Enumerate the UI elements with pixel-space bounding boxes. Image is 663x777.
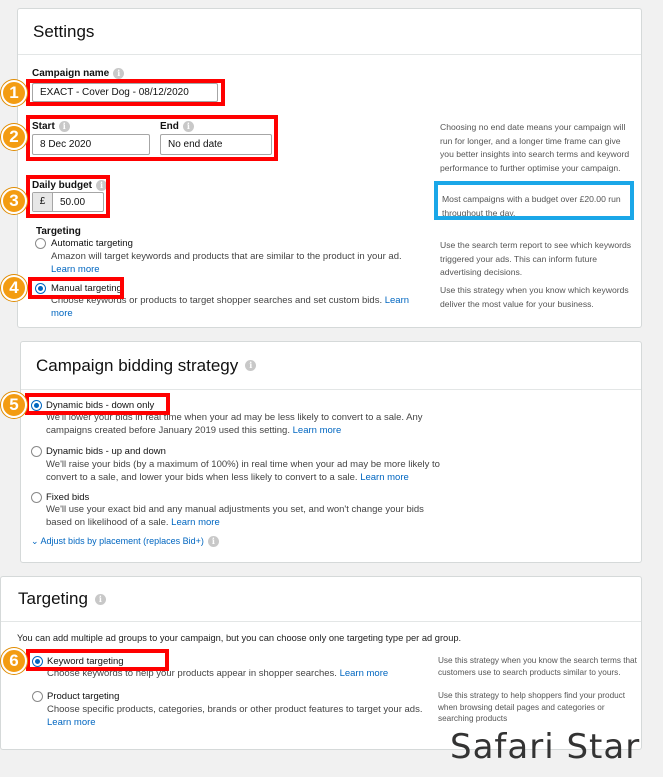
dynamic-updown-radio[interactable] — [31, 446, 42, 457]
chevron-down-icon: ⌄ — [31, 536, 41, 546]
learn-more-link[interactable]: Learn more — [171, 517, 220, 528]
step-badge-6: 6 — [1, 648, 27, 674]
fixed-bids-desc: We'll use your exact bid and any manual … — [46, 503, 431, 529]
end-date-help: Choosing no end date means your campaign… — [440, 122, 630, 173]
adjust-bids-link[interactable]: ⌄ Adjust bids by placement (replaces Bid… — [31, 536, 219, 548]
step-badge-2: 2 — [1, 124, 27, 150]
learn-more-link[interactable]: Learn more — [340, 668, 389, 679]
product-targeting-radio[interactable] — [32, 691, 43, 702]
targeting-title: Targeting — [18, 589, 88, 608]
dynamic-updown-desc: We'll raise your bids (by a maximum of 1… — [46, 458, 446, 484]
keyword-targeting-help: Use this strategy when you know the sear… — [438, 656, 637, 677]
automatic-targeting-desc-text: Amazon will target keywords and products… — [51, 251, 402, 262]
learn-more-link[interactable]: Learn more — [293, 425, 342, 436]
highlight-dates — [26, 115, 278, 161]
fixed-bids-label[interactable]: Fixed bids — [46, 492, 89, 503]
campaign-name-label-text: Campaign name — [32, 68, 110, 80]
campaign-name-label: Campaign name i — [32, 68, 125, 80]
fixed-bids-desc-text: We'll use your exact bid and any manual … — [46, 504, 424, 528]
learn-more-link[interactable]: Learn more — [51, 264, 100, 275]
learn-more-link[interactable]: Learn more — [47, 717, 96, 728]
manual-targeting-help: Use this strategy when you know which ke… — [440, 285, 629, 309]
dynamic-down-desc-text: We'll lower your bids in real time when … — [46, 412, 423, 436]
product-targeting-help: Use this strategy to help shoppers find … — [438, 691, 626, 723]
info-icon[interactable]: i — [94, 593, 106, 605]
highlight-daily-budget — [26, 175, 110, 218]
settings-title: Settings — [33, 21, 95, 41]
automatic-targeting-radio[interactable] — [35, 238, 46, 249]
info-icon[interactable]: i — [207, 536, 219, 548]
automatic-targeting-help: Use the search term report to see which … — [440, 240, 632, 277]
product-targeting-label[interactable]: Product targeting — [47, 691, 119, 702]
product-targeting-desc-text: Choose specific products, categories, br… — [47, 704, 423, 715]
highlight-manual-targeting — [28, 277, 124, 299]
step-badge-5: 5 — [1, 392, 27, 418]
settings-header: Settings — [18, 9, 641, 55]
step-badge-1: 1 — [1, 80, 27, 106]
targeting-header: Targeting i — [1, 577, 641, 622]
info-icon[interactable]: i — [245, 360, 257, 371]
bidding-header: Campaign bidding strategy i — [21, 342, 641, 390]
automatic-targeting-label[interactable]: Automatic targeting — [51, 238, 133, 249]
targeting-intro: You can add multiple ad groups to your c… — [17, 633, 462, 643]
product-targeting-desc: Choose specific products, categories, br… — [47, 703, 427, 729]
highlight-budget-help — [434, 181, 634, 220]
bidding-title: Campaign bidding strategy — [36, 355, 239, 375]
targeting-label: Targeting — [36, 226, 81, 237]
step-badge-4: 4 — [1, 275, 27, 301]
highlight-campaign-name — [26, 79, 225, 106]
step-badge-3: 3 — [1, 188, 27, 214]
fixed-bids-radio[interactable] — [31, 492, 42, 503]
info-icon[interactable]: i — [113, 68, 125, 79]
adjust-bids-text: Adjust bids by placement (replaces Bid+) — [40, 536, 204, 546]
safari-star-logo: Safari Star — [450, 727, 640, 767]
watermark-text: Safari Star — [450, 727, 641, 767]
highlight-dynamic-down — [25, 393, 170, 415]
dynamic-updown-label[interactable]: Dynamic bids - up and down — [46, 446, 166, 457]
automatic-targeting-desc: Amazon will target keywords and products… — [51, 250, 421, 276]
highlight-keyword-targeting — [26, 649, 169, 671]
learn-more-link[interactable]: Learn more — [360, 472, 409, 483]
